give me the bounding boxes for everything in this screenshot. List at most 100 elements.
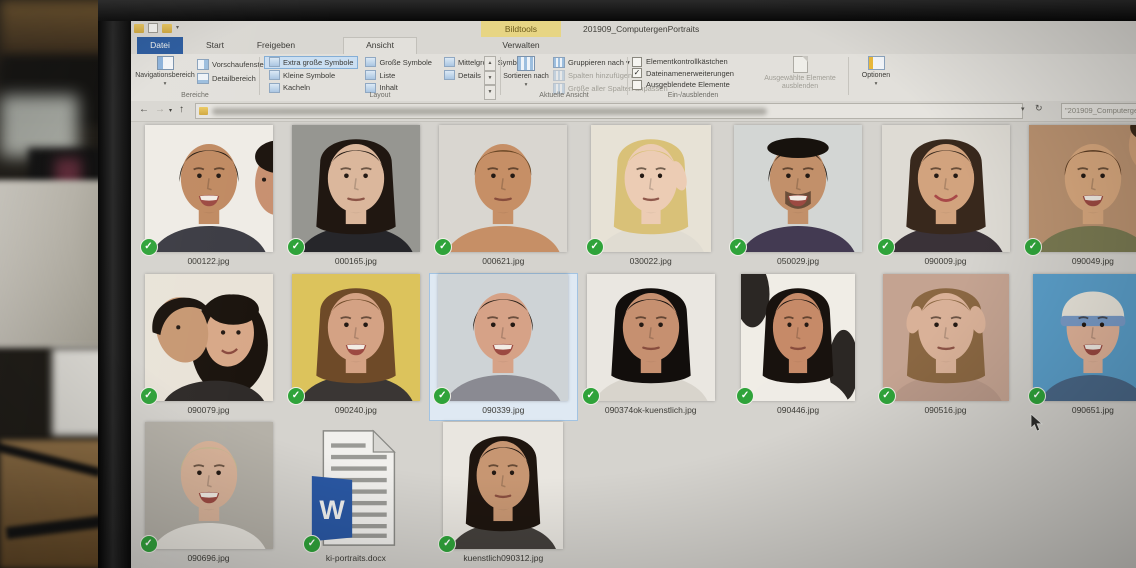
explorer-window: ▾ Bildtools 201909_ComputergenPortraits … bbox=[131, 21, 1136, 568]
ribbon-tab-bar: Datei Start Freigeben Ansicht Verwalten bbox=[131, 37, 1136, 55]
tab-verwalten[interactable]: Verwalten bbox=[481, 37, 561, 54]
checkbox-elementkontrollk-stchen[interactable]: Elementkontrollkästchen bbox=[632, 56, 734, 68]
file-tile-image[interactable]: ✓ 090696.jpg bbox=[135, 422, 282, 568]
file-tile-image[interactable]: ✓ 050029.jpg bbox=[725, 125, 872, 271]
thumbnail-area[interactable]: ✓ bbox=[282, 273, 429, 405]
up-icon[interactable]: ↑ bbox=[179, 101, 184, 119]
caret-icon: ▾ bbox=[524, 81, 528, 88]
thumbnail-area[interactable]: ✓ bbox=[725, 273, 872, 405]
group-label: Bereiche bbox=[181, 92, 209, 99]
file-name-label: 030022.jpg bbox=[629, 256, 672, 266]
unchecked-checkbox-icon[interactable] bbox=[632, 79, 642, 90]
thumbnail-area[interactable]: ✓ bbox=[430, 273, 577, 405]
file-tile-image[interactable]: ✓ 090049.jpg bbox=[1019, 125, 1136, 271]
scroll-up-icon[interactable]: ▲ bbox=[484, 56, 496, 71]
background-monitor-glow bbox=[0, 95, 78, 157]
ribbon: Navigationsbereich ▾ Vorschaufenster Det… bbox=[131, 54, 1136, 102]
file-tile-image[interactable]: ✓ 090374ok-kuenstlich.jpg bbox=[577, 273, 724, 420]
checked-checkbox-icon[interactable]: ✓ bbox=[632, 68, 642, 79]
thumbnail-area[interactable]: ✓ bbox=[135, 125, 282, 256]
portrait-thumbnail bbox=[1032, 273, 1136, 401]
file-tile-image[interactable]: ✓ 000165.jpg bbox=[282, 125, 429, 271]
monitor-bezel-top bbox=[98, 0, 1136, 21]
thumbnail-area[interactable]: ✓ bbox=[1019, 273, 1136, 405]
ribbon-group-ein-ausblenden: Elementkontrollkästchen ✓ Dateinamenerweit… bbox=[630, 54, 846, 100]
tab-datei[interactable]: Datei bbox=[137, 37, 183, 54]
preview-pane-button[interactable]: Vorschaufenster bbox=[197, 59, 266, 70]
scroll-down-icon[interactable]: ▼ bbox=[484, 70, 496, 86]
new-folder-icon[interactable] bbox=[162, 23, 172, 33]
title-bar: ▾ Bildtools 201909_ComputergenPortraits bbox=[131, 21, 1136, 37]
file-tile-image[interactable]: ✓ 000621.jpg bbox=[430, 125, 577, 271]
thumbnail-area[interactable]: ✓ bbox=[577, 273, 724, 405]
sync-check-badge-icon: ✓ bbox=[581, 386, 600, 405]
file-tile-image[interactable]: ✓ 090009.jpg bbox=[872, 125, 1019, 271]
tab-ansicht[interactable]: Ansicht bbox=[343, 37, 417, 55]
view-option-extra-gro-e-symbole[interactable]: Extra große Symbole bbox=[264, 56, 359, 69]
file-tile-image[interactable]: ✓ 090240.jpg bbox=[282, 273, 429, 420]
blurred-folder-path bbox=[212, 107, 767, 115]
view-option-gro-e-symbole[interactable]: Große Symbole bbox=[360, 56, 437, 69]
file-tile-image[interactable]: ✓ 090339.jpg bbox=[429, 273, 577, 420]
thumbnail-area[interactable]: ✓ bbox=[872, 273, 1019, 405]
thumbnail-area[interactable]: ✓ bbox=[282, 125, 429, 256]
checkbox-dateinamenerweiterungen[interactable]: ✓ Dateinamenerweiterungen bbox=[632, 68, 734, 80]
navigation-pane-button[interactable]: Navigationsbereich ▾ bbox=[133, 56, 197, 88]
forward-icon[interactable]: → bbox=[155, 101, 165, 119]
checkbox-ausgeblendete-elemente[interactable]: Ausgeblendete Elemente bbox=[632, 79, 734, 91]
details-pane-button[interactable]: Detailbereich bbox=[197, 73, 256, 84]
view-option-liste[interactable]: Liste bbox=[360, 69, 437, 82]
sync-check-badge-icon: ✓ bbox=[438, 535, 457, 554]
sort-by-button[interactable]: Sortieren nach ▾ bbox=[503, 56, 549, 89]
file-tile-image[interactable]: ✓ 000122.jpg bbox=[135, 125, 282, 271]
portrait-thumbnail bbox=[291, 125, 420, 252]
thumbnail-area[interactable]: ✓ bbox=[430, 125, 577, 256]
address-field[interactable] bbox=[195, 103, 1023, 119]
file-name-label: 090079.jpg bbox=[187, 404, 230, 415]
thumbnail-area[interactable]: ✓ bbox=[577, 125, 724, 256]
options-icon bbox=[867, 56, 885, 70]
ribbon-group-bereiche: Navigationsbereich ▾ Vorschaufenster Det… bbox=[133, 54, 266, 100]
qat-customize-caret-icon[interactable]: ▾ bbox=[176, 24, 179, 33]
hide-selected-button[interactable]: Ausgewählte Elemente ausblenden bbox=[758, 56, 842, 90]
thumbnail-area[interactable]: ✓ bbox=[725, 125, 872, 256]
file-name-label: kuenstlich090312.jpg bbox=[463, 553, 544, 564]
view-option-icon bbox=[443, 70, 455, 81]
file-tile-image[interactable]: ✓ 030022.jpg bbox=[577, 125, 724, 271]
ribbon-group-optionen: Optionen ▾ bbox=[851, 54, 903, 100]
portrait-thumbnail bbox=[882, 273, 1009, 401]
file-name-label: 090516.jpg bbox=[924, 404, 967, 415]
properties-icon[interactable] bbox=[148, 23, 158, 33]
file-tile-image[interactable]: ✓ 090516.jpg bbox=[872, 273, 1019, 420]
tab-start[interactable]: Start bbox=[193, 37, 237, 54]
refresh-icon[interactable]: ↻ bbox=[1035, 103, 1043, 114]
file-tile-image[interactable]: ✓ 090079.jpg bbox=[135, 273, 282, 420]
tab-freigeben[interactable]: Freigeben bbox=[243, 37, 309, 54]
portrait-thumbnail bbox=[586, 273, 715, 401]
thumbnail-area[interactable]: ✓ bbox=[430, 422, 577, 554]
options-button[interactable]: Optionen ▾ bbox=[853, 56, 899, 88]
file-name-label: 050029.jpg bbox=[777, 256, 820, 266]
address-dropdown-icon[interactable]: ▾ bbox=[1021, 105, 1025, 113]
folder-icon[interactable] bbox=[134, 23, 144, 33]
file-tile-document[interactable]: W ✓ ki-portraits.docx bbox=[282, 422, 429, 568]
sync-check-badge-icon: ✓ bbox=[139, 238, 158, 256]
thumbnail-area[interactable]: ✓ bbox=[1019, 125, 1136, 256]
back-icon[interactable]: ← bbox=[139, 101, 149, 119]
thumbnail-area[interactable]: ✓ bbox=[872, 125, 1019, 256]
thumbnail-area[interactable]: W ✓ bbox=[282, 422, 429, 554]
thumbnail-area[interactable]: ✓ bbox=[135, 273, 282, 405]
history-caret-icon[interactable]: ▾ bbox=[169, 102, 172, 120]
file-name-label: 090009.jpg bbox=[924, 256, 967, 266]
portrait-thumbnail bbox=[144, 422, 273, 550]
view-option-kleine-symbole[interactable]: Kleine Symbole bbox=[264, 69, 358, 82]
file-tile-image[interactable]: ✓ kuenstlich090312.jpg bbox=[430, 422, 577, 568]
file-tile-image[interactable]: ✓ 090446.jpg bbox=[725, 273, 872, 420]
unchecked-checkbox-icon[interactable] bbox=[632, 56, 642, 67]
file-name-label: 090446.jpg bbox=[777, 404, 820, 415]
cable bbox=[0, 441, 102, 478]
search-input[interactable]: "201909_ComputergenPort bbox=[1061, 103, 1136, 119]
thumbnail-area[interactable]: ✓ bbox=[135, 422, 282, 554]
ribbon-group-layout: Extra große Symbole Kleine Symbole Kacheln… bbox=[262, 54, 527, 100]
file-tile-image[interactable]: ✓ 090651.jpg bbox=[1019, 273, 1136, 420]
